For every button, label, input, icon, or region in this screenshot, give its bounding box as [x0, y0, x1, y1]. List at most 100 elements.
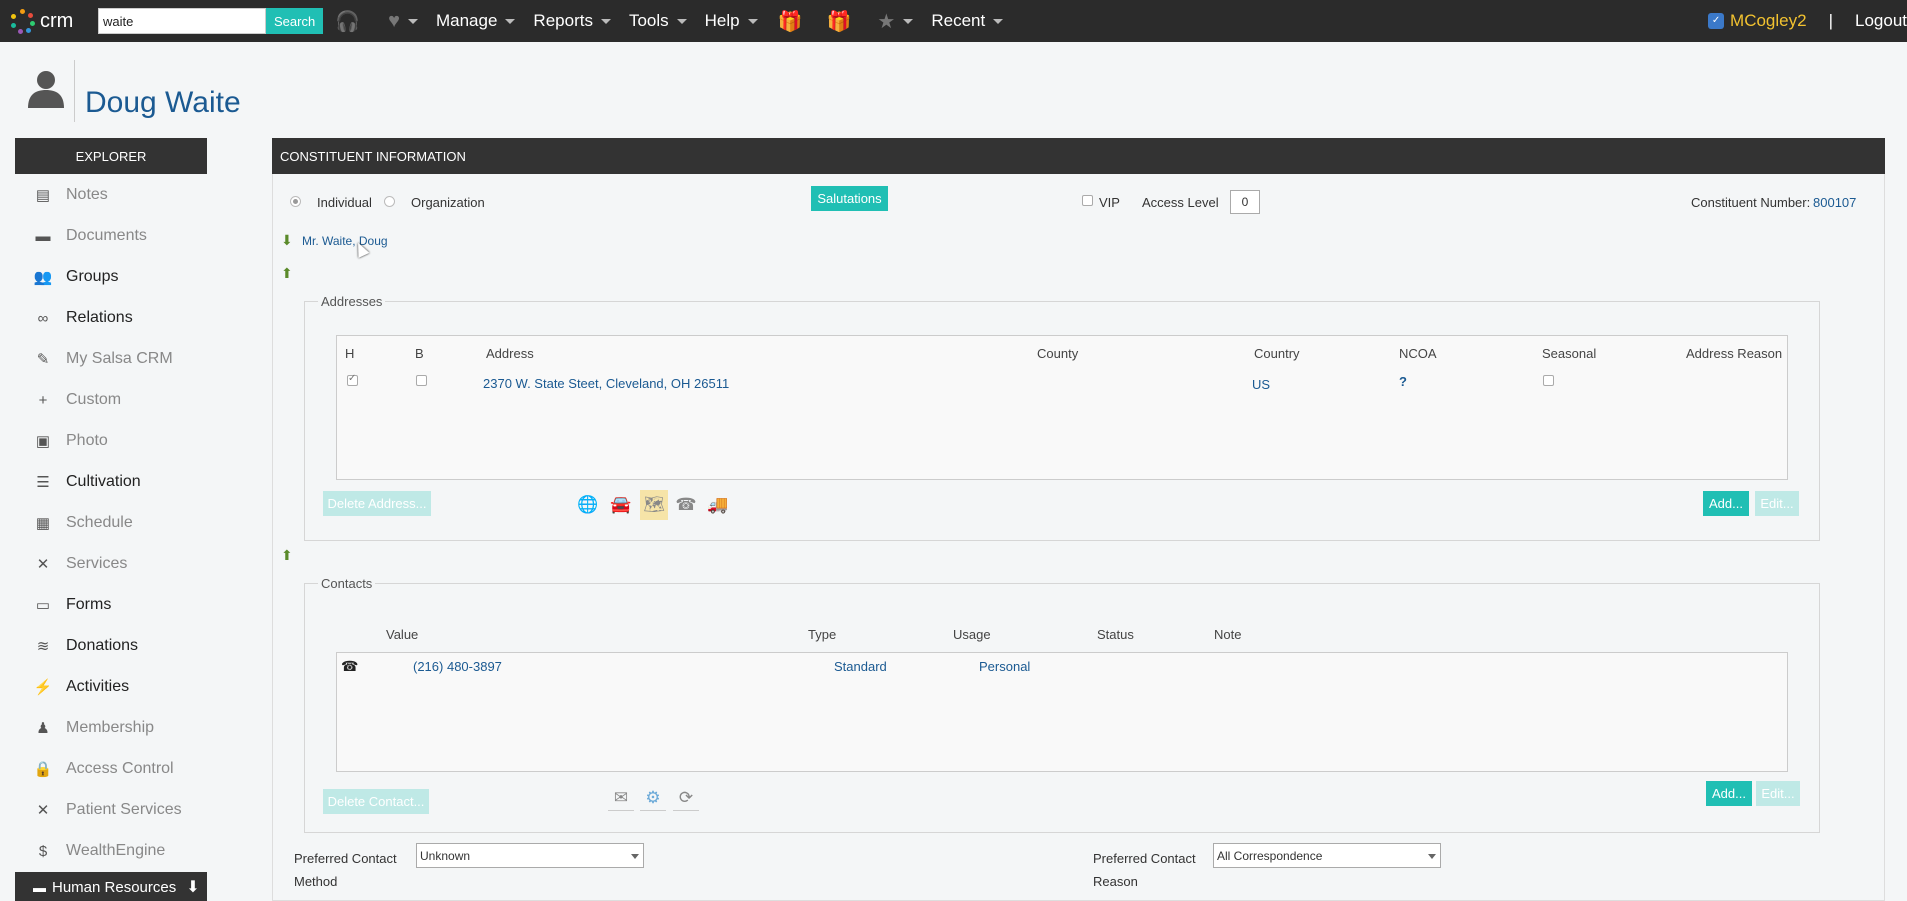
logo-icon [10, 8, 36, 34]
phone-icon[interactable]: ☎ [673, 492, 699, 518]
sidebar-item-notes[interactable]: ▤ Notes [34, 180, 108, 210]
sidebar-item-access-control[interactable]: 🔒 Access Control [34, 754, 174, 784]
contact-value-cell[interactable]: (216) 480-3897 [413, 659, 502, 674]
gear-icon[interactable]: ⚙ [640, 785, 666, 811]
sidebar-item-relations[interactable]: ∞ Relations [34, 303, 133, 333]
delete-contact-button[interactable]: Delete Contact... [323, 789, 429, 814]
search-input[interactable] [98, 8, 266, 34]
organization-radio[interactable] [384, 196, 395, 207]
arrow-up-green-icon[interactable]: ⬆ [281, 266, 295, 280]
arrow-down-green-icon[interactable]: ⬇ [281, 233, 295, 247]
chevron-down-icon [747, 18, 758, 24]
image-icon: ▣ [35, 433, 51, 450]
sidebar-item-membership[interactable]: ♟ Membership [34, 713, 154, 743]
business-checkbox[interactable] [416, 375, 427, 386]
mail-truck-icon[interactable]: 🚚 [705, 492, 731, 518]
sidebar-item-cultivation[interactable]: ☰ Cultivation [34, 467, 141, 497]
delete-address-button[interactable]: Delete Address... [323, 491, 431, 516]
sidebar-item-wealthengine[interactable]: $ WealthEngine [34, 836, 166, 866]
chevron-down-icon [505, 18, 516, 24]
sidebar-item-label: Forms [66, 596, 112, 613]
menu-help[interactable]: Help [705, 11, 758, 31]
sidebar-item-activities[interactable]: ⚡ Activities [34, 672, 129, 702]
sidebar-item-label: Patient Services [66, 801, 182, 818]
lock-icon: 🔒 [33, 761, 53, 778]
username-link[interactable]: MCogley2 [1730, 11, 1807, 31]
crm-logo[interactable]: crm [10, 8, 98, 34]
chevron-down-icon [631, 854, 639, 859]
salutations-button[interactable]: Salutations [811, 186, 888, 211]
sidebar-item-label: Groups [66, 268, 119, 285]
sidebar-item-photo[interactable]: ▣ Photo [34, 426, 108, 456]
globe-icon[interactable]: 🌐 [575, 492, 601, 518]
star-icon[interactable]: ★ [877, 9, 914, 34]
map-icon[interactable]: 🗺 [640, 490, 668, 520]
menu-reports[interactable]: Reports [533, 11, 611, 31]
sidebar-item-my-salsa-crm[interactable]: ✎ My Salsa CRM [34, 344, 173, 374]
sidebar-item-label: Cultivation [66, 473, 141, 490]
search-button[interactable]: Search [266, 8, 324, 34]
sidebar-item-forms[interactable]: ▭ Forms [34, 590, 111, 620]
chevron-down-icon [600, 18, 611, 24]
coins-icon: ≋ [36, 638, 50, 655]
refresh-icon[interactable]: ⟳ [673, 785, 699, 811]
sidebar-item-groups[interactable]: 👥 Groups [34, 262, 119, 292]
chevron-down-icon [993, 18, 1004, 24]
plus-icon: + [38, 391, 48, 409]
col-type: Type [808, 627, 837, 642]
individual-radio[interactable] [290, 196, 301, 207]
sidebar-item-patient-services[interactable]: ✕ Patient Services [34, 795, 182, 825]
headset-icon[interactable]: 🎧 [335, 9, 360, 34]
preferred-method-label: Preferred Contact [294, 851, 397, 866]
chevron-down-icon [1428, 854, 1436, 859]
sidebar-item-label: Schedule [66, 514, 133, 531]
sidebar-item-services[interactable]: ✕ Services [34, 549, 128, 579]
tools-icon: ✕ [36, 556, 50, 573]
col-h: H [345, 346, 355, 361]
add-address-button[interactable]: Add... [1703, 491, 1749, 516]
sidebar-item-custom[interactable]: + Custom [34, 385, 122, 415]
sidebar-item-schedule[interactable]: ▦ Schedule [34, 508, 133, 538]
sidebar-item-label: Photo [66, 432, 108, 449]
ncoa-cell[interactable]: ? [1399, 374, 1407, 389]
col-status: Status [1097, 627, 1134, 642]
edit-address-button[interactable]: Edit... [1755, 491, 1799, 516]
col-country: Country [1254, 346, 1300, 361]
vip-checkbox[interactable] [1082, 195, 1093, 206]
home-checkbox[interactable] [347, 373, 358, 386]
menu-manage[interactable]: Manage [436, 11, 516, 31]
contacts-table [336, 652, 1788, 772]
sidebar-item-label: Membership [66, 719, 155, 736]
gift-add-icon[interactable]: 🎁 [827, 9, 852, 34]
preferred-method-select[interactable]: Unknown [416, 843, 644, 868]
seasonal-checkbox[interactable] [1543, 375, 1554, 386]
add-contact-button[interactable]: Add... [1706, 781, 1752, 806]
sidebar-item-human-resources[interactable]: ▬ Human Resources ⬇ [15, 872, 207, 901]
edit-contact-button[interactable]: Edit... [1756, 781, 1800, 806]
arrow-up-green-icon[interactable]: ⬆ [281, 548, 295, 562]
gift-icon[interactable]: 🎁 [778, 9, 803, 34]
display-name-link[interactable]: Mr. Waite, Doug [302, 234, 388, 248]
preferred-reason-label: Preferred Contact [1093, 851, 1196, 866]
addresses-legend: Addresses [318, 294, 386, 309]
member-icon: ♟ [36, 720, 50, 737]
menu-recent[interactable]: Recent [931, 11, 1004, 31]
car-icon[interactable]: 🚘 [608, 492, 634, 518]
sidebar-item-label: Notes [66, 186, 108, 203]
access-level-field[interactable]: 0 [1230, 190, 1260, 214]
envelope-icon[interactable]: ✉ [608, 785, 634, 811]
address-cell[interactable]: 2370 W. State Steet, Cleveland, OH 26511 [483, 376, 729, 391]
col-b: B [415, 346, 424, 361]
logout-link[interactable]: Logout [1855, 11, 1907, 31]
heart-icon[interactable]: ♥ [388, 10, 418, 33]
arrow-down-icon: ⬇ [186, 879, 200, 896]
user-badge-icon: ✓ [1708, 13, 1725, 29]
menu-tools[interactable]: Tools [629, 11, 687, 31]
sidebar-item-donations[interactable]: ≋ Donations [34, 631, 138, 661]
sidebar-item-documents[interactable]: ▬ Documents [34, 221, 147, 251]
folder-icon: ▬ [35, 227, 51, 245]
chevron-down-icon [676, 18, 687, 24]
preferred-reason-select[interactable]: All Correspondence [1213, 843, 1441, 868]
list-icon: ☰ [36, 474, 50, 491]
access-level-label: Access Level [1142, 195, 1219, 210]
